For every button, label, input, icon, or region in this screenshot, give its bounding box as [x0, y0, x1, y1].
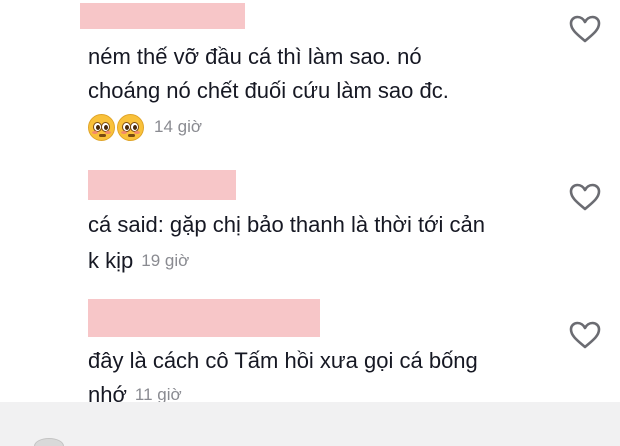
redacted-username: [88, 170, 236, 200]
comment-text-line: đây là cách cô Tấm hồi xưa gọi cá bống: [88, 348, 478, 373]
comment-list: ném thế vỡ đầu cá thì làm sao. nó choáng…: [0, 0, 620, 446]
next-comment-area: [0, 402, 620, 446]
comment-timestamp: 19 giờ: [141, 251, 190, 270]
comment-text-line: cá said: gặp chị bảo thanh là thời tới c…: [88, 212, 485, 237]
comment-text-line: k kịp: [88, 248, 134, 273]
flushed-face-emoji: [88, 113, 115, 141]
comment-meta: 14 giờ: [88, 110, 202, 144]
comment-item-2: cá said: gặp chị bảo thanh là thời tới c…: [80, 168, 620, 286]
comment-text-line: choáng nó chết đuối cứu làm sao đc.: [88, 78, 449, 103]
comment-item-3: đây là cách cô Tấm hồi xưa gọi cá bống n…: [80, 298, 620, 407]
flushed-face-emoji: [117, 113, 144, 141]
comment-meta: k kịp 19 giờ: [88, 244, 189, 278]
avatar-column: [0, 0, 80, 400]
comment-item-1: ném thế vỡ đầu cá thì làm sao. nó choáng…: [80, 0, 620, 150]
redacted-username: [80, 3, 245, 29]
comment-text-line: ném thế vỡ đầu cá thì làm sao. nó: [88, 44, 422, 69]
redacted-username: [88, 299, 320, 337]
heart-outline-icon[interactable]: [568, 14, 602, 44]
heart-outline-icon[interactable]: [568, 320, 602, 350]
comment-timestamp: 14 giờ: [154, 117, 203, 136]
heart-outline-icon[interactable]: [568, 182, 602, 212]
